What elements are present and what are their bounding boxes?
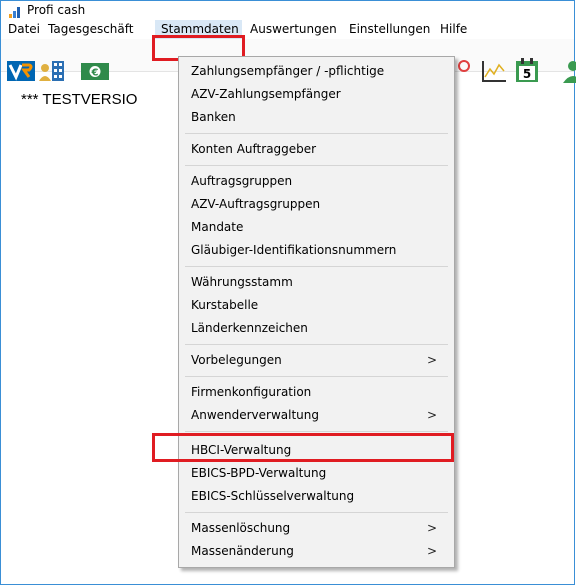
hbci-verwaltung-highlight [152, 433, 454, 462]
menu-item-auftragsgruppen[interactable]: Auftragsgruppen [179, 171, 454, 192]
menu-datei[interactable]: Datei [8, 20, 40, 39]
menu-separator [185, 165, 448, 166]
calendar-5-icon[interactable]: 5 [515, 58, 539, 83]
submenu-arrow-icon: > [426, 353, 437, 367]
menu-bar: Datei Tagesgeschäft Stammdaten Auswertun… [1, 20, 574, 39]
menu-item-anwenderverwaltung[interactable]: Anwenderverwaltung > [179, 405, 454, 426]
menu-item-konten-auftraggeber[interactable]: Konten Auftraggeber [179, 139, 454, 160]
menu-separator [185, 512, 448, 513]
chart-icon[interactable] [457, 59, 471, 73]
person-building-icon[interactable] [39, 59, 67, 83]
menu-item-massenaenderung[interactable]: Massenänderung > [179, 541, 454, 562]
menu-tagesgeschaeft[interactable]: Tagesgeschäft [48, 20, 133, 39]
volksbank-logo-icon[interactable] [7, 61, 35, 81]
menu-separator [185, 133, 448, 134]
menu-auswertungen[interactable]: Auswertungen [250, 20, 337, 39]
menu-separator [185, 431, 448, 432]
test-version-banner: *** TESTVERSIO [21, 91, 138, 108]
app-logo-icon [9, 7, 20, 18]
menu-item-ebics-bpd-verwaltung[interactable]: EBICS-BPD-Verwaltung [179, 463, 454, 484]
menu-item-kurstabelle[interactable]: Kurstabelle [179, 295, 454, 316]
menu-separator [185, 344, 448, 345]
menu-item-vorbelegungen[interactable]: Vorbelegungen > [179, 350, 454, 371]
menu-item-glaeubiger-id[interactable]: Gläubiger-Identifikationsnummern [179, 240, 454, 261]
svg-text:€: € [91, 68, 99, 79]
menu-item-zahlungsempfaenger[interactable]: Zahlungsempfänger / -pflichtige [179, 61, 454, 82]
menu-item-banken[interactable]: Banken [179, 107, 454, 128]
euro-banknote-icon[interactable]: € [81, 61, 109, 81]
menu-item-azv-zahlungsempfaenger[interactable]: AZV-Zahlungsempfänger [179, 84, 454, 105]
submenu-arrow-icon: > [426, 521, 437, 535]
menu-item-azv-auftragsgruppen[interactable]: AZV-Auftragsgruppen [179, 194, 454, 215]
menu-item-ebics-schluesselverwaltung[interactable]: EBICS-Schlüsselverwaltung [179, 486, 454, 507]
submenu-arrow-icon: > [426, 408, 437, 422]
menu-item-laenderkennzeichen[interactable]: Länderkennzeichen [179, 318, 454, 339]
menu-separator [185, 266, 448, 267]
menu-item-massenloeschung[interactable]: Massenlöschung > [179, 518, 454, 539]
menu-item-waehrungsstamm[interactable]: Währungsstamm [179, 272, 454, 293]
menu-separator [185, 376, 448, 377]
user-icon[interactable] [561, 59, 576, 83]
window-title: Profi cash [27, 3, 86, 17]
submenu-arrow-icon: > [426, 544, 437, 558]
menu-einstellungen[interactable]: Einstellungen [349, 20, 430, 39]
stammdaten-dropdown-menu: Zahlungsempfänger / -pflichtige AZV-Zahl… [178, 56, 455, 568]
menu-hilfe[interactable]: Hilfe [440, 20, 467, 39]
menu-item-mandate[interactable]: Mandate [179, 217, 454, 238]
menu-item-firmenkonfiguration[interactable]: Firmenkonfiguration [179, 382, 454, 403]
title-bar: Profi cash [1, 1, 574, 20]
line-chart-icon[interactable] [481, 59, 507, 83]
calendar-day: 5 [523, 67, 531, 81]
